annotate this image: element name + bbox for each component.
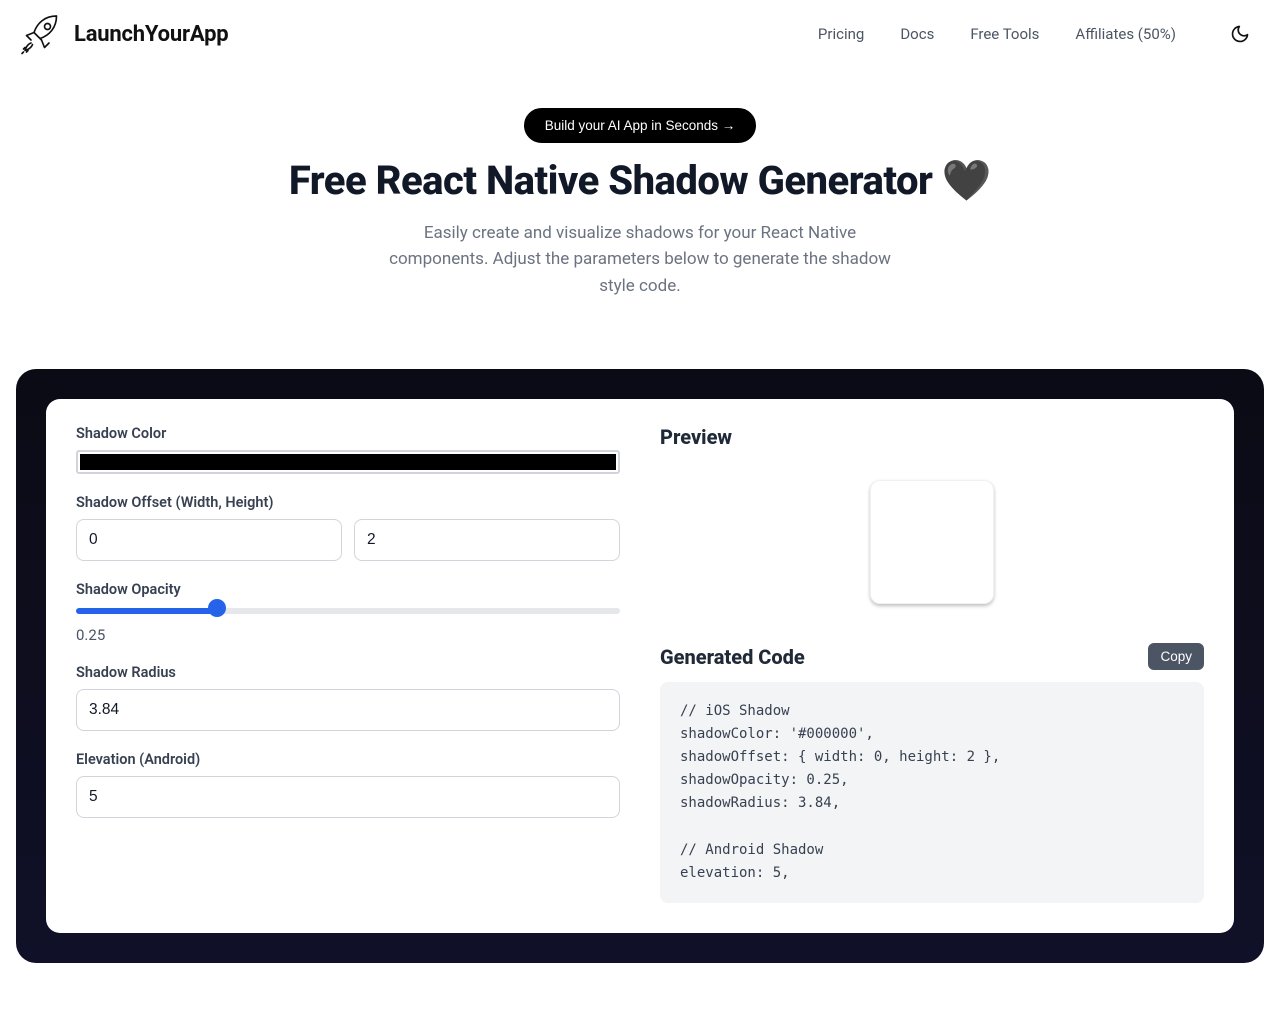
nav-pricing[interactable]: Pricing bbox=[818, 25, 864, 43]
code-header: Generated Code Copy bbox=[660, 643, 1204, 670]
nav-free-tools[interactable]: Free Tools bbox=[970, 25, 1039, 43]
label-shadow-color: Shadow Color bbox=[76, 425, 620, 442]
brand-text: LaunchYourApp bbox=[74, 22, 228, 47]
label-shadow-offset: Shadow Offset (Width, Height) bbox=[76, 494, 620, 511]
nav: Pricing Docs Free Tools Affiliates (50%) bbox=[818, 18, 1256, 50]
preview-box bbox=[870, 480, 994, 604]
generated-code-title: Generated Code bbox=[660, 645, 805, 669]
header: LaunchYourApp Pricing Docs Free Tools Af… bbox=[0, 0, 1280, 68]
nav-affiliates[interactable]: Affiliates (50%) bbox=[1075, 25, 1176, 43]
field-elevation: Elevation (Android) bbox=[76, 751, 620, 818]
field-shadow-color: Shadow Color bbox=[76, 425, 620, 474]
cta-button[interactable]: Build your AI App in Seconds → bbox=[524, 108, 757, 143]
page-title: Free React Native Shadow Generator 🖤 bbox=[20, 157, 1260, 204]
offset-width-input[interactable] bbox=[76, 519, 342, 561]
field-shadow-opacity: Shadow Opacity 0.25 bbox=[76, 581, 620, 644]
output-column: Preview Generated Code Copy // iOS Shado… bbox=[660, 425, 1204, 903]
nav-docs[interactable]: Docs bbox=[900, 25, 934, 43]
radius-input[interactable] bbox=[76, 689, 620, 731]
opacity-value: 0.25 bbox=[76, 626, 620, 644]
copy-button[interactable]: Copy bbox=[1148, 643, 1204, 670]
offset-height-input[interactable] bbox=[354, 519, 620, 561]
preview-title: Preview bbox=[660, 425, 1204, 449]
preview-area bbox=[660, 467, 1204, 617]
rocket-icon bbox=[16, 10, 64, 58]
controls-column: Shadow Color Shadow Offset (Width, Heigh… bbox=[76, 425, 620, 903]
field-shadow-offset: Shadow Offset (Width, Height) bbox=[76, 494, 620, 561]
shadow-color-swatch bbox=[80, 454, 616, 470]
label-shadow-opacity: Shadow Opacity bbox=[76, 581, 620, 598]
tool-card-outer: Shadow Color Shadow Offset (Width, Heigh… bbox=[16, 369, 1264, 963]
logo[interactable]: LaunchYourApp bbox=[16, 10, 228, 58]
tool-card: Shadow Color Shadow Offset (Width, Heigh… bbox=[46, 399, 1234, 933]
moon-icon bbox=[1230, 24, 1250, 44]
label-shadow-radius: Shadow Radius bbox=[76, 664, 620, 681]
opacity-slider[interactable] bbox=[76, 608, 620, 614]
generated-code[interactable]: // iOS Shadow shadowColor: '#000000', sh… bbox=[660, 682, 1204, 903]
elevation-input[interactable] bbox=[76, 776, 620, 818]
theme-toggle[interactable] bbox=[1224, 18, 1256, 50]
label-elevation: Elevation (Android) bbox=[76, 751, 620, 768]
hero: Build your AI App in Seconds → Free Reac… bbox=[0, 68, 1280, 329]
page-subtitle: Easily create and visualize shadows for … bbox=[380, 220, 900, 299]
shadow-color-input[interactable] bbox=[76, 450, 620, 474]
field-shadow-radius: Shadow Radius bbox=[76, 664, 620, 731]
